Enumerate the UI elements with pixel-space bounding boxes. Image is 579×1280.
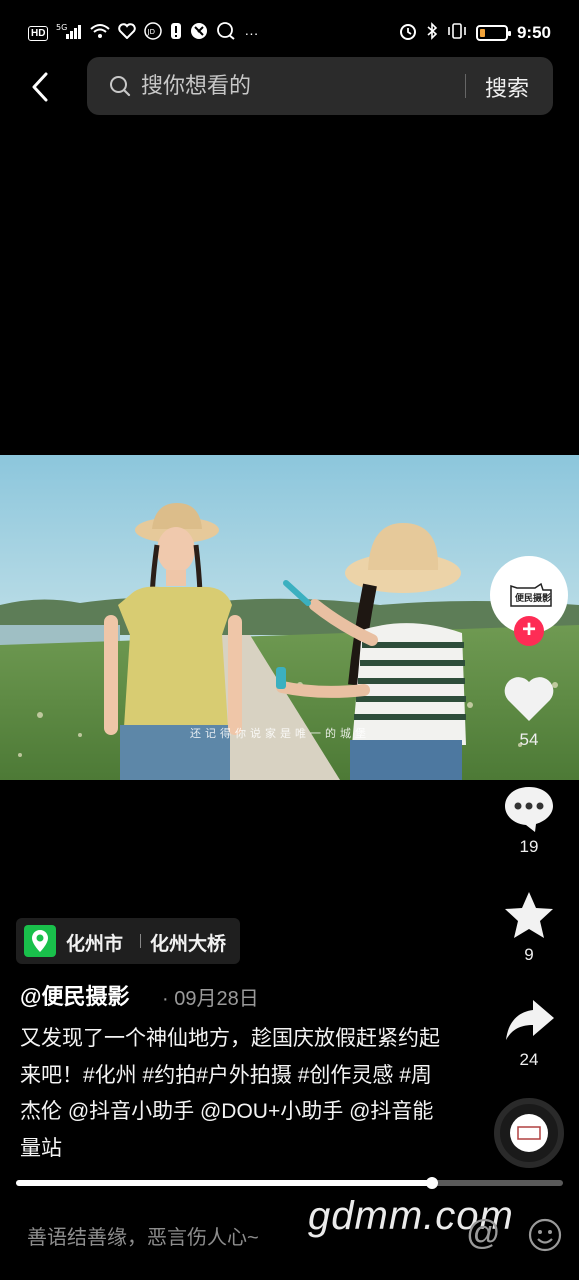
- location-separator: [140, 934, 141, 948]
- search-button[interactable]: 搜索: [485, 71, 529, 103]
- share-button[interactable]: [499, 996, 559, 1051]
- share-count: 24: [519, 1050, 539, 1069]
- author-name[interactable]: @便民摄影: [20, 979, 129, 1011]
- svg-text:JD: JD: [147, 28, 155, 36]
- follow-button[interactable]: +: [514, 616, 544, 646]
- hd-indicator: HD: [28, 25, 49, 41]
- favorite-count: 9: [524, 945, 534, 964]
- brand-logo: 便民摄影: [510, 582, 552, 607]
- location-city: 化州市: [66, 934, 124, 955]
- post-caption: 又发现了一个神仙地方，趁国庆放假赶紧约起来吧！#化州 #约拍#户外拍摄 #创作灵…: [20, 1027, 440, 1160]
- music-disc-icon: [510, 1114, 548, 1152]
- music-disc-button[interactable]: [494, 1098, 564, 1168]
- alarm-icon: [399, 22, 417, 44]
- bluetooth-icon: [426, 22, 438, 44]
- wifi-icon: [90, 23, 111, 43]
- heart-status-icon: [118, 23, 137, 43]
- search-icon: [110, 76, 131, 97]
- more-status-icon: ···: [244, 25, 259, 41]
- svg-text:5G: 5G: [56, 23, 67, 32]
- emoji-icon: [528, 1218, 562, 1252]
- search-divider: [465, 74, 466, 98]
- avatar-label: 便民摄影: [515, 592, 551, 604]
- video-overlay-text: 还记得你说家是唯一的城堡: [190, 728, 370, 740]
- star-icon: [505, 892, 553, 938]
- battery-icon: [475, 25, 511, 41]
- search-bar[interactable]: 搜索: [87, 57, 553, 115]
- heart-icon: [504, 677, 554, 721]
- back-button[interactable]: [22, 68, 62, 108]
- comment-count: 19: [519, 837, 539, 856]
- location-tag[interactable]: 化州市 化州大桥: [16, 918, 240, 964]
- location-pin-icon: [24, 925, 56, 957]
- mention-button[interactable]: @: [466, 1214, 501, 1253]
- progress-handle[interactable]: [425, 1177, 438, 1189]
- chevron-left-icon: [32, 72, 48, 102]
- progress-fill: [16, 1180, 432, 1186]
- like-count: 54: [519, 730, 539, 749]
- video-progress-bar[interactable]: [16, 1177, 563, 1189]
- emoji-button[interactable]: [528, 1218, 562, 1252]
- comment-input[interactable]: 善语结善缘，恶言伤人心~: [27, 1221, 259, 1250]
- post-date: · 09月28日: [162, 988, 259, 1010]
- share-arrow-icon: [506, 1000, 554, 1040]
- vpn-icon: [190, 22, 208, 44]
- clock: 9:50: [516, 23, 551, 42]
- video-player[interactable]: 还记得你说家是唯一的城堡: [0, 455, 579, 780]
- alert-icon: [170, 22, 182, 44]
- favorite-button[interactable]: [499, 890, 559, 947]
- status-bar: HD 5G JD ··· 9:50: [0, 0, 579, 64]
- message-icon: [216, 22, 236, 44]
- comment-icon: [505, 787, 553, 832]
- search-input[interactable]: [139, 69, 519, 103]
- vibrate-icon: [447, 22, 467, 44]
- jd-app-icon: JD: [144, 22, 163, 44]
- signal-icon: 5G: [56, 23, 82, 43]
- like-button[interactable]: [499, 674, 559, 729]
- location-place: 化州大桥: [150, 934, 227, 955]
- comment-button[interactable]: [499, 784, 559, 839]
